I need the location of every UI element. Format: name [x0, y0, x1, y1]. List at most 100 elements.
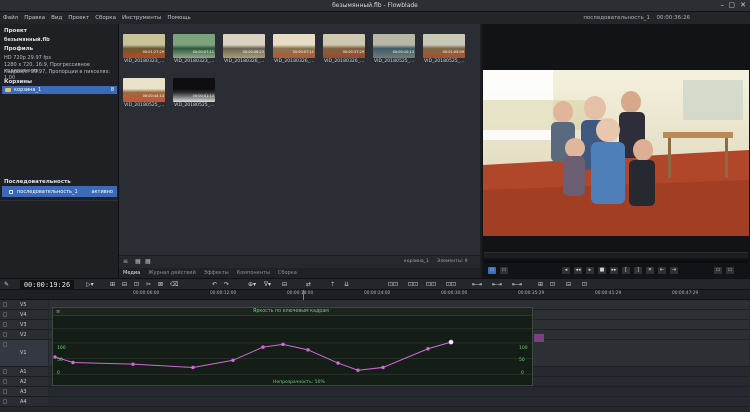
slip-icon[interactable]: ⊞	[538, 281, 543, 289]
kf-keyframe-point[interactable]	[231, 358, 235, 362]
menu-edit[interactable]: Правка	[21, 15, 48, 21]
zoom-in-icon[interactable]: ⊞	[110, 281, 115, 289]
track-lock-icon[interactable]	[3, 389, 7, 394]
media-clip[interactable]: 00:00:10:13 VID_20180525_...	[371, 32, 417, 68]
kf-keyframe-point[interactable]	[448, 339, 454, 345]
kf-keyframe-point[interactable]	[356, 368, 360, 372]
tab-compositors[interactable]: Компоненты	[233, 270, 274, 276]
keyframe-editor[interactable]: ≡ Яркость по ключевым кадрам 100 50 0 10…	[52, 307, 533, 386]
mark-out-button[interactable]: ]	[634, 267, 642, 274]
menu-tools[interactable]: Инструменты	[119, 15, 164, 21]
menu-help[interactable]: Помощь	[164, 15, 193, 21]
track-lock-icon[interactable]	[3, 399, 7, 404]
grid-large-icon[interactable]: ▦	[145, 258, 151, 265]
tool-menu-icon[interactable]: ✎	[4, 281, 9, 289]
redo-icon[interactable]: ↷	[224, 281, 229, 289]
media-clip[interactable]: 00:00:07:11 VID_20180323_...	[171, 32, 217, 68]
menu-project[interactable]: Проект	[65, 15, 92, 21]
menu-file[interactable]: Файл	[0, 15, 21, 21]
zoom-out-icon[interactable]: ⊟	[122, 281, 127, 289]
monitor-scrubber[interactable]	[484, 252, 748, 258]
view-mode-button[interactable]: ▭	[714, 267, 722, 274]
tab-media[interactable]: Медиа	[119, 270, 144, 276]
box-icon[interactable]: ⊡	[550, 281, 555, 289]
media-clip[interactable]: 00:01:05:09 VID_20180525_...	[421, 32, 467, 68]
menu-build[interactable]: Сборка	[92, 15, 119, 21]
track-lock-icon[interactable]	[3, 302, 7, 307]
media-clip[interactable]: 00:00:37:29 VID_20180326_...	[321, 32, 367, 68]
snap-icon[interactable]: ⊟	[282, 281, 287, 289]
track-lock-icon[interactable]	[3, 369, 7, 374]
menu-view[interactable]: Вид	[48, 15, 65, 21]
sync-icon[interactable]: ⇄	[306, 281, 311, 289]
trim-view-button[interactable]: ▭	[726, 267, 734, 274]
track-header[interactable]: A2	[0, 377, 48, 387]
track-lock-icon[interactable]	[3, 342, 7, 347]
minimize-icon[interactable]: –	[721, 1, 725, 9]
bin-item[interactable]: корзина_1 8	[2, 86, 117, 94]
lift-icon[interactable]: ⇡	[330, 281, 335, 289]
splice-icon[interactable]: ⊠	[158, 281, 163, 289]
stop-button[interactable]: ■	[598, 267, 606, 274]
kf-menu-icon[interactable]: ≡	[56, 309, 60, 315]
add-track-icon[interactable]: ⊕▾	[248, 281, 256, 289]
render-icon[interactable]: ⊡	[582, 281, 587, 289]
trim-left-icon[interactable]: ⇤⇥	[472, 281, 482, 289]
list-view-icon[interactable]: ≡	[123, 258, 128, 265]
tab-history[interactable]: Журнал действий	[144, 270, 200, 276]
multi-icon[interactable]: ⊟	[566, 281, 571, 289]
track-lane[interactable]	[49, 397, 749, 407]
trim-right-icon[interactable]: ⇤⇥	[492, 281, 502, 289]
kf-keyframe-point[interactable]	[71, 360, 75, 365]
kf-keyframe-point[interactable]	[306, 348, 310, 352]
kf-keyframe-point[interactable]	[191, 365, 195, 370]
kf-keyframe-point[interactable]	[131, 362, 135, 366]
kf-curve-area[interactable]	[53, 316, 532, 387]
prev-frame-button[interactable]: ◂	[562, 267, 570, 274]
track-header[interactable]: A4	[0, 397, 48, 407]
kf-keyframe-point[interactable]	[261, 345, 265, 349]
video-preview[interactable]	[483, 70, 749, 236]
kf-keyframe-point[interactable]	[426, 347, 430, 351]
timeline-timecode[interactable]: 00:00:19:26	[20, 280, 74, 290]
media-clip[interactable]: 00:01:27:29 VID_20180323_...	[121, 32, 167, 68]
tab-render[interactable]: Сборка	[274, 270, 301, 276]
zoom-fit-icon[interactable]: ⊡	[134, 281, 139, 289]
track-lock-icon[interactable]	[3, 312, 7, 317]
track-lock-icon[interactable]	[3, 322, 7, 327]
track-header[interactable]: V2	[0, 330, 48, 340]
track-lock-icon[interactable]	[3, 379, 7, 384]
insert-icon[interactable]: ⊡⊡	[388, 281, 398, 289]
media-clip[interactable]: 00:00:44:14 VID_20180525_...	[121, 76, 167, 112]
maximize-icon[interactable]: ▢	[728, 1, 735, 9]
range-icon[interactable]: ⊡⊡	[446, 281, 456, 289]
goto-out-button[interactable]: ⇥	[670, 267, 678, 274]
track-lane[interactable]	[49, 387, 749, 397]
clip-block[interactable]	[534, 334, 544, 342]
filter-icon[interactable]: ∇▾	[264, 281, 271, 289]
mark-in-button[interactable]: [	[622, 267, 630, 274]
grid-view-icon[interactable]: ▦	[135, 258, 141, 265]
media-clip[interactable]: 00:00:07:11 VID_20180326_...	[271, 32, 317, 68]
monitor-target-button[interactable]: ▭	[500, 267, 508, 274]
tab-effects[interactable]: Эффекты	[200, 270, 233, 276]
sequence-item[interactable]: последовательность_1 активно	[2, 186, 117, 197]
track-header[interactable]: V3	[0, 320, 48, 330]
track-header[interactable]: V1	[0, 340, 48, 367]
kf-keyframe-point[interactable]	[336, 361, 340, 365]
timeline-ruler[interactable]: 00:00:06:00 00:00:12:00 00:00:18:00 00:00:2…	[0, 290, 750, 412]
monitor-source-button[interactable]: ▭	[488, 267, 496, 274]
track-lock-icon[interactable]	[3, 332, 7, 337]
forward-button[interactable]: ▸▸	[610, 267, 618, 274]
three-point-icon[interactable]: ⊡⊡	[426, 281, 436, 289]
goto-in-button[interactable]: ⇤	[658, 267, 666, 274]
play-button[interactable]: ▸	[586, 267, 594, 274]
append-icon[interactable]: ⊡⊡	[408, 281, 418, 289]
track-header[interactable]: A3	[0, 387, 48, 397]
track-header[interactable]: V5	[0, 300, 48, 310]
roll-icon[interactable]: ⇤⇥	[512, 281, 522, 289]
rewind-button[interactable]: ◂◂	[574, 267, 582, 274]
track-header[interactable]: V4	[0, 310, 48, 320]
edit-mode-icon[interactable]: ▷▾	[86, 281, 94, 289]
overwrite-icon[interactable]: ⇊	[344, 281, 349, 289]
